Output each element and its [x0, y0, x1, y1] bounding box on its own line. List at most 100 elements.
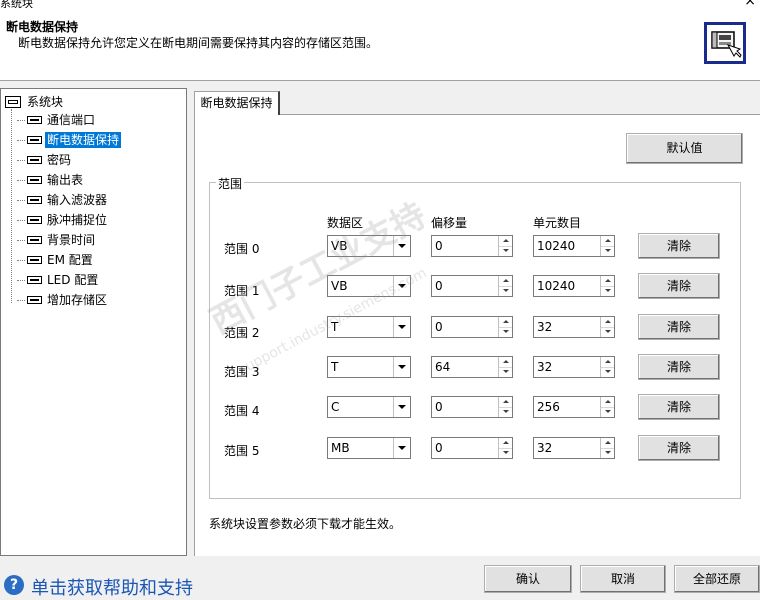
count-spinbox[interactable]: 32 — [533, 356, 615, 378]
module-icon — [27, 116, 42, 124]
tree-branch — [17, 139, 25, 141]
ok-button[interactable]: 确认 — [484, 565, 572, 593]
cancel-button[interactable]: 取消 — [580, 565, 666, 593]
offset-spinbox[interactable]: 64 — [431, 356, 513, 378]
tree-item-em-config[interactable]: EM 配置 — [17, 251, 95, 269]
tree-item-label: LED 配置 — [47, 273, 99, 287]
help-link[interactable]: 单击获取帮助和支持 — [31, 574, 193, 600]
offset-value: 0 — [435, 400, 443, 414]
chevron-down-icon[interactable] — [393, 357, 410, 377]
data-area-select[interactable]: T — [327, 316, 411, 338]
offset-value: 0 — [435, 239, 443, 253]
clear-button[interactable]: 清除 — [638, 314, 720, 340]
chevron-down-icon[interactable] — [393, 276, 410, 296]
module-icon — [27, 136, 42, 144]
chevron-down-icon[interactable] — [393, 317, 410, 337]
page-description: 断电数据保持允许您定义在断电期间需要保持其内容的存储区范围。 — [18, 36, 379, 50]
clear-button[interactable]: 清除 — [638, 435, 720, 461]
tree-item-label: EM 配置 — [47, 253, 93, 267]
spin-down-icon[interactable] — [601, 367, 614, 377]
tree-item-input-filter[interactable]: 输入滤波器 — [17, 191, 109, 209]
count-spinbox[interactable]: 32 — [533, 316, 615, 338]
count-value: 32 — [537, 320, 553, 334]
clear-button[interactable]: 清除 — [638, 394, 720, 420]
retentive-data-icon — [704, 22, 746, 64]
tree-item-label: 增加存储区 — [47, 293, 108, 307]
offset-spinbox[interactable]: 0 — [431, 316, 513, 338]
spin-down-icon[interactable] — [499, 367, 512, 377]
count-spinbox[interactable]: 10240 — [533, 235, 615, 257]
header-count: 单元数目 — [533, 216, 582, 230]
range-label: 范围 0 — [224, 242, 260, 256]
data-area-select[interactable]: C — [327, 396, 411, 418]
tree-item-comm-port[interactable]: 通信端口 — [17, 111, 97, 129]
spin-down-icon[interactable] — [499, 448, 512, 458]
spin-down-icon[interactable] — [601, 448, 614, 458]
spin-down-icon[interactable] — [601, 327, 614, 337]
spin-down-icon[interactable] — [499, 327, 512, 337]
count-spinbox[interactable]: 32 — [533, 437, 615, 459]
module-icon — [27, 196, 42, 204]
spin-down-icon[interactable] — [499, 407, 512, 417]
count-spinbox[interactable]: 10240 — [533, 275, 615, 297]
offset-spinbox[interactable]: 0 — [431, 275, 513, 297]
restore-all-button[interactable]: 全部还原 — [674, 565, 760, 593]
tree-root-label: 系统块 — [27, 95, 64, 109]
data-area-value: VB — [331, 239, 348, 253]
chevron-down-icon[interactable] — [393, 397, 410, 417]
default-values-button[interactable]: 默认值 — [626, 133, 743, 164]
data-area-value: C — [331, 400, 340, 414]
clear-button[interactable]: 清除 — [638, 273, 720, 299]
data-area-select[interactable]: VB — [327, 275, 411, 297]
clear-button[interactable]: 清除 — [638, 354, 720, 380]
offset-value: 0 — [435, 320, 443, 334]
data-area-select[interactable]: VB — [327, 235, 411, 257]
module-icon — [27, 296, 42, 304]
tree-item-add-memory[interactable]: 增加存储区 — [17, 291, 109, 309]
data-area-select[interactable]: T — [327, 356, 411, 378]
tree-item-pulse-catch[interactable]: 脉冲捕捉位 — [17, 211, 109, 229]
tree-item-password[interactable]: 密码 — [17, 151, 73, 169]
tree-branch — [17, 199, 25, 201]
tree-branch — [17, 219, 25, 221]
tree-item-label: 通信端口 — [47, 113, 96, 127]
tree-branch — [17, 299, 25, 301]
spin-down-icon[interactable] — [499, 286, 512, 296]
tree-branch — [17, 259, 25, 261]
count-value: 32 — [537, 360, 553, 374]
tree-item-output-table[interactable]: 输出表 — [17, 171, 85, 189]
clear-button[interactable]: 清除 — [638, 233, 720, 259]
tree-item-label: 背景时间 — [47, 233, 96, 247]
data-area-select[interactable]: MB — [327, 437, 411, 459]
offset-spinbox[interactable]: 0 — [431, 437, 513, 459]
range-group-caption: 范围 — [216, 175, 245, 192]
spin-down-icon[interactable] — [601, 286, 614, 296]
module-icon — [27, 276, 42, 284]
tree-item-led-config[interactable]: LED 配置 — [17, 271, 100, 289]
tree-item-retentive[interactable]: 断电数据保持 — [17, 131, 122, 149]
spin-down-icon[interactable] — [601, 407, 614, 417]
tree-branch — [17, 179, 25, 181]
offset-spinbox[interactable]: 0 — [431, 235, 513, 257]
tree-root-system-block[interactable]: 系统块 — [5, 93, 65, 111]
data-area-value: MB — [331, 441, 350, 455]
chevron-down-icon[interactable] — [393, 236, 410, 256]
range-label: 范围 1 — [224, 284, 260, 298]
help-icon[interactable]: ? — [4, 575, 24, 595]
spin-down-icon[interactable] — [601, 246, 614, 256]
tree-item-label: 脉冲捕捉位 — [47, 213, 108, 227]
tree-connector — [11, 109, 12, 303]
chevron-down-icon[interactable] — [393, 438, 410, 458]
tree-branch — [17, 239, 25, 241]
data-area-value: VB — [331, 279, 348, 293]
count-spinbox[interactable]: 256 — [533, 396, 615, 418]
offset-spinbox[interactable]: 0 — [431, 396, 513, 418]
tab-retentive[interactable]: 断电数据保持 — [194, 91, 280, 115]
offset-value: 64 — [435, 360, 451, 374]
range-label: 范围 3 — [224, 365, 260, 379]
spin-down-icon[interactable] — [499, 246, 512, 256]
page-title: 断电数据保持 — [6, 20, 79, 34]
count-value: 256 — [537, 400, 560, 414]
tree-branch — [17, 279, 25, 281]
tree-item-background-time[interactable]: 背景时间 — [17, 231, 97, 249]
